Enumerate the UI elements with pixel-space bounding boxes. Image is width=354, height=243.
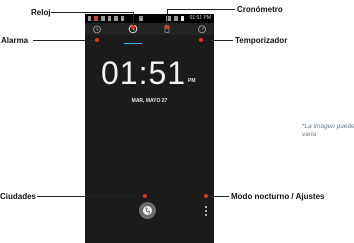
menu-dot (205, 206, 207, 208)
notification-icon (114, 16, 118, 21)
status-time: 01:51 (189, 15, 203, 21)
notification-icon (88, 16, 91, 21)
status-clock: 01:51 PM (190, 15, 211, 22)
clock-time: 01:51 (101, 55, 187, 91)
callout-timer: Temporizador (235, 36, 288, 45)
callout-alarm: Alarma (1, 36, 29, 45)
clock-ampm: PM (188, 78, 196, 84)
cities-button[interactable] (139, 202, 156, 219)
notification-icon (101, 16, 105, 21)
leader-line-clock (51, 12, 134, 13)
marker-stopwatch (165, 25, 169, 29)
leader-line-alarm (33, 40, 97, 41)
leader-line-cities (37, 196, 145, 197)
callout-clock: Reloj (31, 8, 51, 17)
image-disclaimer-note: *La imagen puede varia (302, 123, 354, 138)
leader-line-night-settings (206, 196, 229, 197)
notification-icon (94, 16, 98, 21)
marker-alarm (95, 38, 99, 42)
overflow-menu-icon[interactable] (204, 205, 208, 217)
alarm-icon[interactable] (92, 24, 102, 34)
notification-icon (108, 16, 111, 21)
status-bar: 01:51 PM (85, 14, 214, 23)
alarm-status-icon (139, 16, 143, 21)
timer-icon[interactable] (197, 24, 207, 34)
notification-icon (121, 16, 124, 21)
tab-bar (85, 23, 214, 44)
clock-date: MAR, MAYO 27 (131, 98, 168, 104)
callout-stopwatch: Cronómetro (237, 5, 283, 14)
status-ampm: PM (203, 15, 212, 21)
battery-icon (181, 16, 184, 21)
leader-line-timer (201, 40, 233, 41)
globe-icon (143, 206, 152, 215)
callout-cities: Ciudades (0, 192, 37, 201)
marker-cities (143, 194, 147, 198)
callout-night-settings: Modo nocturno / Ajustes (231, 192, 325, 201)
marker-night-settings (204, 194, 208, 198)
active-tab-indicator (124, 43, 142, 44)
leader-line-stopwatch (167, 9, 235, 10)
marker-clock (131, 25, 135, 29)
marker-timer (199, 38, 203, 42)
signal-icon (174, 16, 178, 21)
phone-screen: 01:51 PM 01:51 PM MAR, MAYO 27 (85, 14, 214, 243)
menu-dot (205, 214, 207, 216)
menu-dot (205, 210, 207, 212)
